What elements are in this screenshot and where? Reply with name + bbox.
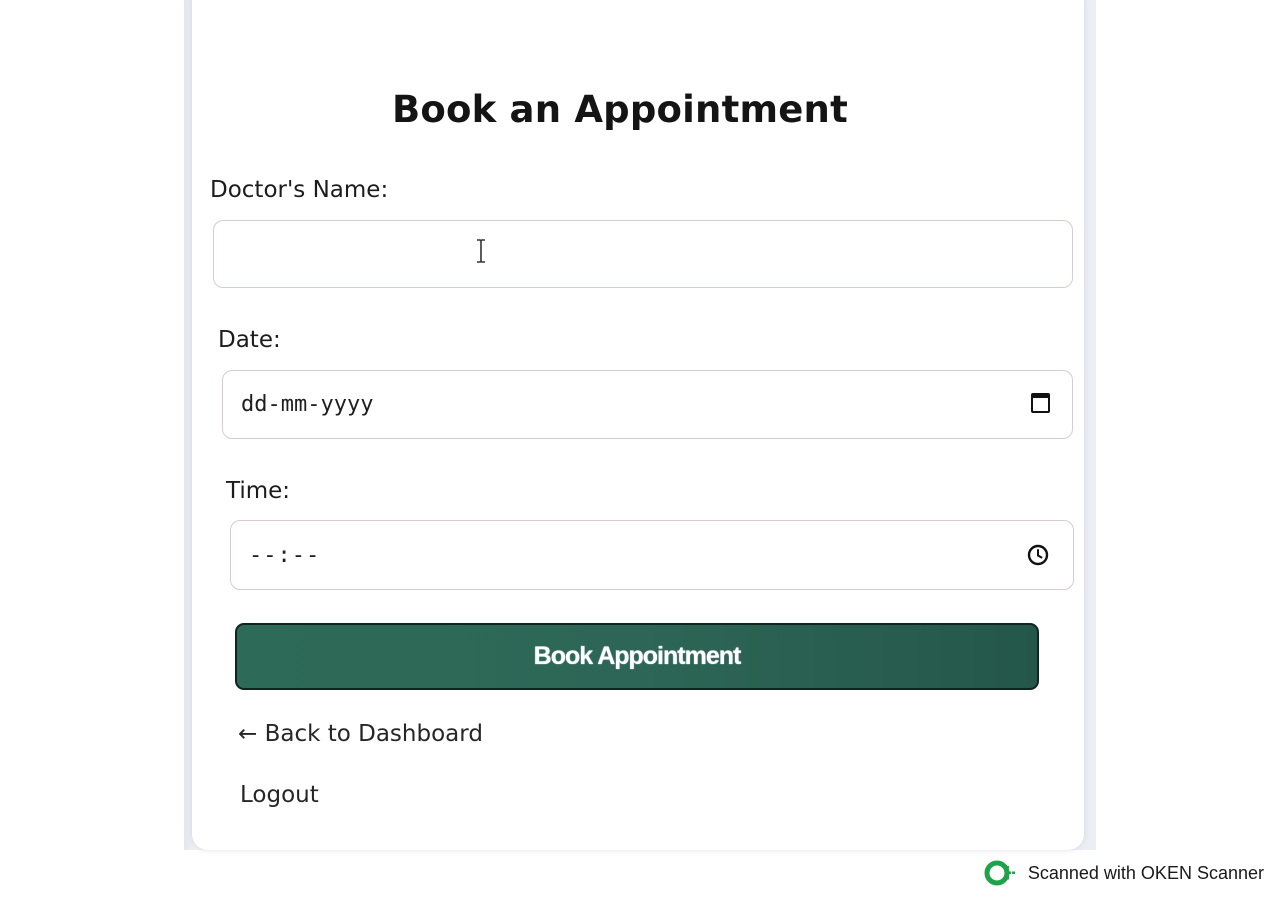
watermark-text: Scanned with OKEN Scanner — [1027, 862, 1264, 883]
page-title: Book an Appointment — [392, 88, 848, 131]
date-placeholder: dd-mm-yyyy — [241, 392, 374, 417]
time-input[interactable]: --:-- — [230, 520, 1074, 590]
date-input[interactable]: dd-mm-yyyy — [222, 370, 1073, 439]
date-label: Date: — [218, 327, 281, 353]
doctor-name-label: Doctor's Name: — [210, 177, 389, 203]
scanner-logo-icon — [984, 860, 1015, 886]
page: Book an Appointment Doctor's Name: Date:… — [0, 0, 1280, 903]
book-appointment-button[interactable]: Book Appointment — [235, 623, 1039, 690]
time-placeholder: --:-- — [249, 543, 321, 568]
clock-icon[interactable] — [1027, 544, 1049, 566]
doctor-name-input[interactable] — [213, 220, 1073, 288]
time-label: Time: — [226, 478, 291, 504]
back-to-dashboard-link[interactable]: ← Back to Dashboard — [238, 721, 483, 747]
text-cursor-icon — [477, 239, 485, 263]
scanner-watermark: Scanned with OKEN Scanner — [984, 860, 1264, 886]
logout-link[interactable]: Logout — [240, 782, 319, 808]
calendar-icon[interactable] — [1031, 393, 1050, 413]
